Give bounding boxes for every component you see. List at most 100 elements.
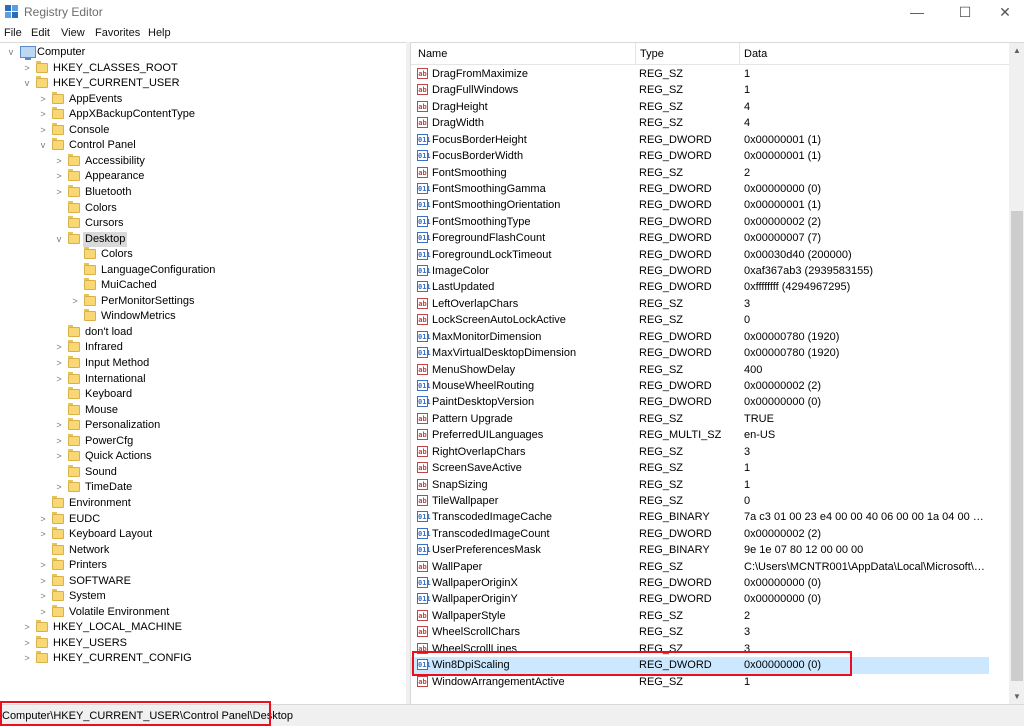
- value-row[interactable]: ab RightOverlapChars REG_SZ 3: [411, 444, 989, 460]
- value-row[interactable]: 011 MaxMonitorDimension REG_DWORD 0x0000078…: [411, 329, 989, 345]
- expand-chevron-icon[interactable]: >: [54, 418, 64, 433]
- tree-node[interactable]: > AppXBackupContentType: [38, 107, 406, 122]
- expand-chevron-icon[interactable]: >: [54, 154, 64, 169]
- value-row[interactable]: ab FontSmoothing REG_SZ 2: [411, 165, 989, 181]
- value-row[interactable]: ab TileWallpaper REG_SZ 0: [411, 493, 989, 509]
- value-row[interactable]: ab DragWidth REG_SZ 4: [411, 115, 989, 131]
- vertical-scrollbar[interactable]: ▲ ▼: [1009, 43, 1024, 704]
- tree-node[interactable]: > Quick Actions: [54, 449, 406, 464]
- value-row[interactable]: 011 LastUpdated REG_DWORD 0xffffffff (42949…: [411, 279, 989, 295]
- value-row[interactable]: 011 PaintDesktopVersion REG_DWORD 0x0000000…: [411, 394, 989, 410]
- expand-chevron-icon[interactable]: >: [38, 605, 48, 620]
- value-row[interactable]: ab SnapSizing REG_SZ 1: [411, 477, 989, 493]
- expand-chevron-icon[interactable]: >: [22, 651, 32, 666]
- value-row[interactable]: 011 Win8DpiScaling REG_DWORD 0x00000000 (0): [411, 657, 989, 674]
- value-row[interactable]: 011 ForegroundLockTimeout REG_DWORD 0x00030…: [411, 247, 989, 263]
- tree-node[interactable]: > EUDC: [38, 511, 406, 527]
- expand-chevron-icon[interactable]: >: [38, 574, 48, 589]
- tree-node[interactable]: > Infrared: [54, 340, 406, 355]
- tree-node[interactable]: v HKEY_CURRENT_USER: [22, 76, 402, 91]
- value-row[interactable]: 011 WallpaperOriginX REG_DWORD 0x00000000 (…: [411, 575, 989, 591]
- menu-edit[interactable]: Edit: [31, 27, 50, 39]
- expand-chevron-icon[interactable]: >: [38, 92, 48, 107]
- expand-chevron-icon[interactable]: >: [54, 340, 64, 355]
- expand-chevron-icon[interactable]: >: [54, 480, 64, 495]
- value-row[interactable]: ab WindowArrangementActive REG_SZ 1: [411, 674, 989, 690]
- menu-favorites[interactable]: Favorites: [95, 27, 140, 39]
- tree-node[interactable]: > HKEY_CURRENT_CONFIG: [22, 651, 402, 666]
- tree-node[interactable]: v Desktop: [54, 231, 406, 247]
- expand-chevron-icon[interactable]: >: [38, 107, 48, 122]
- value-row[interactable]: 011 FontSmoothingGamma REG_DWORD 0x00000000…: [411, 181, 989, 197]
- value-row[interactable]: 011 UserPreferencesMask REG_BINARY 9e 1e 07…: [411, 542, 989, 558]
- expand-chevron-icon[interactable]: >: [54, 372, 64, 387]
- tree-node[interactable]: WindowMetrics: [70, 309, 406, 324]
- value-row[interactable]: 011 ForegroundFlashCount REG_DWORD 0x000000…: [411, 230, 989, 246]
- tree-node[interactable]: > Input Method: [54, 356, 406, 371]
- tree-node[interactable]: Environment: [38, 495, 406, 511]
- expand-chevron-icon[interactable]: >: [38, 558, 48, 573]
- value-row[interactable]: ab LeftOverlapChars REG_SZ 3: [411, 296, 989, 312]
- tree-node[interactable]: > Keyboard Layout: [38, 527, 406, 542]
- minimize-button[interactable]: —: [894, 0, 940, 24]
- collapse-chevron-icon[interactable]: v: [22, 76, 32, 91]
- collapse-chevron-icon[interactable]: v: [38, 138, 48, 153]
- expand-chevron-icon[interactable]: >: [54, 356, 64, 371]
- expand-chevron-icon[interactable]: >: [22, 636, 32, 651]
- registry-key-tree[interactable]: v Computer > HKEY_CLASSES_ROOT v HKEY_CURRENT…: [0, 42, 406, 704]
- value-row[interactable]: 011 TranscodedImageCache REG_BINARY 7a c3 0…: [411, 509, 989, 525]
- tree-node[interactable]: > HKEY_CLASSES_ROOT: [22, 60, 402, 76]
- value-row[interactable]: ab ScreenSaveActive REG_SZ 1: [411, 460, 989, 476]
- scroll-up-arrow-icon[interactable]: ▲: [1009, 43, 1024, 59]
- tree-node[interactable]: > International: [54, 371, 406, 387]
- value-row[interactable]: ab DragHeight REG_SZ 4: [411, 99, 989, 115]
- value-row[interactable]: ab DragFromMaximize REG_SZ 1: [411, 66, 989, 82]
- value-row[interactable]: ab Pattern Upgrade REG_SZ TRUE: [411, 411, 989, 427]
- tree-node[interactable]: Colors: [54, 200, 406, 216]
- tree-node[interactable]: > Appearance: [54, 169, 406, 184]
- tree-node[interactable]: > TimeDate: [54, 480, 406, 495]
- tree-node[interactable]: > Personalization: [54, 418, 406, 433]
- tree-node[interactable]: Sound: [54, 464, 406, 480]
- expand-chevron-icon[interactable]: >: [54, 434, 64, 449]
- expand-chevron-icon[interactable]: >: [54, 169, 64, 184]
- scrollbar-thumb[interactable]: [1011, 211, 1023, 681]
- expand-chevron-icon[interactable]: >: [38, 527, 48, 542]
- column-name-header[interactable]: Name: [418, 48, 447, 60]
- value-row[interactable]: 011 FocusBorderHeight REG_DWORD 0x00000001 …: [411, 132, 989, 148]
- value-row[interactable]: 011 FontSmoothingOrientation REG_DWORD 0x00…: [411, 197, 989, 213]
- expand-chevron-icon[interactable]: >: [70, 294, 80, 309]
- expand-chevron-icon[interactable]: >: [22, 61, 32, 76]
- menu-file[interactable]: File: [4, 27, 22, 39]
- value-row[interactable]: ab DragFullWindows REG_SZ 1: [411, 82, 989, 98]
- value-row[interactable]: ab WheelScrollLines REG_SZ 3: [411, 641, 989, 657]
- value-row[interactable]: ab MenuShowDelay REG_SZ 400: [411, 362, 989, 378]
- tree-node[interactable]: MuiCached: [70, 278, 406, 293]
- menu-help[interactable]: Help: [148, 27, 171, 39]
- tree-node[interactable]: v Computer: [6, 45, 386, 60]
- value-row[interactable]: 011 ImageColor REG_DWORD 0xaf367ab3 (293958…: [411, 263, 989, 279]
- expand-chevron-icon[interactable]: >: [54, 449, 64, 464]
- column-separator[interactable]: [635, 43, 636, 65]
- tree-node[interactable]: Network: [38, 542, 406, 558]
- tree-node[interactable]: v Control Panel: [38, 138, 406, 153]
- close-button[interactable]: ✕: [982, 0, 1024, 24]
- column-type-header[interactable]: Type: [640, 48, 664, 60]
- menu-view[interactable]: View: [61, 27, 85, 39]
- value-row[interactable]: ab WallPaper REG_SZ C:\Users\MCNTR001\AppDa…: [411, 559, 989, 575]
- tree-node[interactable]: Cursors: [54, 216, 406, 231]
- value-row[interactable]: ab WallpaperStyle REG_SZ 2: [411, 608, 989, 624]
- value-row[interactable]: ab LockScreenAutoLockActive REG_SZ 0: [411, 312, 989, 328]
- tree-node[interactable]: Mouse: [54, 402, 406, 418]
- expand-chevron-icon[interactable]: >: [38, 589, 48, 604]
- column-separator[interactable]: [739, 43, 740, 65]
- value-row[interactable]: ab PreferredUILanguages REG_MULTI_SZ en-US: [411, 427, 989, 443]
- collapse-chevron-icon[interactable]: v: [6, 45, 16, 60]
- tree-node[interactable]: > Accessibility: [54, 153, 406, 169]
- tree-node[interactable]: > PerMonitorSettings: [70, 293, 406, 309]
- value-row[interactable]: 011 FontSmoothingType REG_DWORD 0x00000002 …: [411, 214, 989, 230]
- value-row[interactable]: 011 FocusBorderWidth REG_DWORD 0x00000001 (…: [411, 148, 989, 164]
- value-row[interactable]: 011 TranscodedImageCount REG_DWORD 0x000000…: [411, 526, 989, 542]
- tree-node[interactable]: Colors: [70, 247, 406, 262]
- expand-chevron-icon[interactable]: >: [38, 512, 48, 527]
